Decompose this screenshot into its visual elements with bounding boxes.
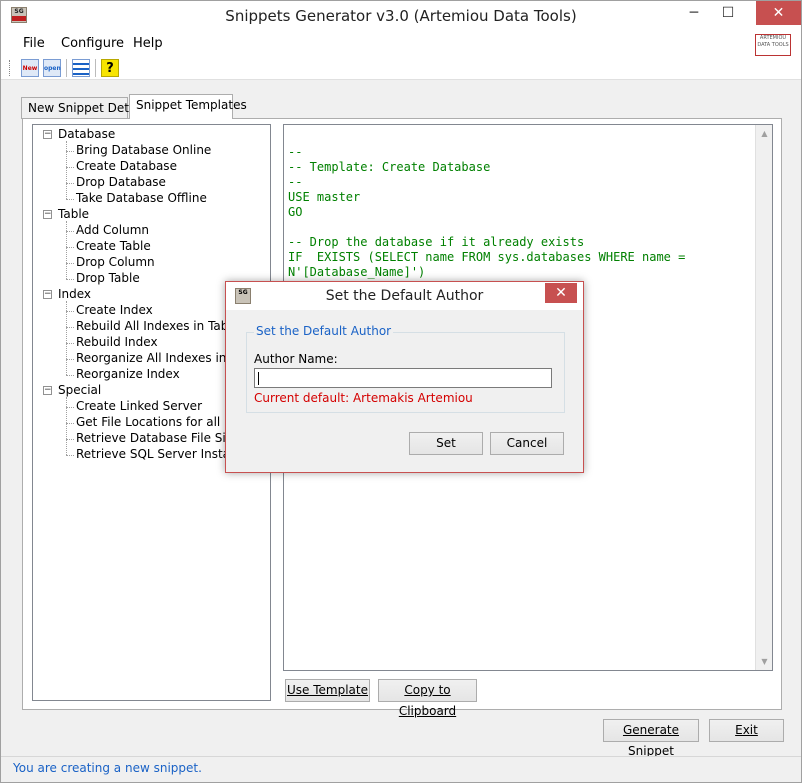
tree-leaf[interactable]: Retrieve Database File Sizes <box>76 431 246 445</box>
tree-guide <box>66 221 67 279</box>
toolbar-grip <box>9 60 12 76</box>
toolbar-separator <box>95 59 96 77</box>
tab-snippet-templates[interactable]: Snippet Templates <box>129 94 247 119</box>
tree-leaf[interactable]: Create Index <box>76 303 153 317</box>
exit-button[interactable]: Exit <box>709 719 784 742</box>
menu-help[interactable]: Help <box>133 36 163 51</box>
tree-guide <box>66 375 74 376</box>
author-name-input[interactable] <box>254 368 552 388</box>
text-caret <box>258 372 259 385</box>
tree-guide <box>66 247 74 248</box>
toolbar: New open ? <box>1 56 801 80</box>
tree-guide <box>66 455 74 456</box>
new-snippet-icon[interactable]: New <box>21 59 39 77</box>
tree-node-table[interactable]: Table <box>58 207 89 221</box>
use-template-button[interactable]: Use Template <box>285 679 370 702</box>
tree-guide <box>66 439 74 440</box>
set-button[interactable]: Set <box>409 432 483 455</box>
tree-guide <box>66 423 74 424</box>
tree-guide <box>66 407 74 408</box>
tree-node-index[interactable]: Index <box>58 287 91 301</box>
current-default-text: Current default: Artemakis Artemiou <box>254 391 473 405</box>
tree-leaf[interactable]: Drop Column <box>76 255 155 269</box>
tree-guide <box>66 263 74 264</box>
maximize-button[interactable]: ☐ <box>711 1 745 25</box>
copy-to-clipboard-button[interactable]: Copy to Clipboard <box>378 679 477 718</box>
groupbox-title: Set the Default Author <box>254 324 394 338</box>
collapse-index-icon[interactable]: − <box>43 290 52 299</box>
tree-guide <box>66 231 74 232</box>
code-line: -- <box>288 175 303 189</box>
tree-leaf[interactable]: Get File Locations for all DBs <box>76 415 248 429</box>
close-button[interactable]: ✕ <box>756 1 801 25</box>
tree-guide <box>66 141 67 199</box>
tree-guide <box>66 397 67 455</box>
open-snippet-icon[interactable]: open <box>43 59 61 77</box>
author-name-label: Author Name: <box>254 352 338 366</box>
code-line: -- <box>288 145 303 159</box>
code-line: -- Template: Create Database <box>288 160 491 174</box>
collapse-special-icon[interactable]: − <box>43 386 52 395</box>
tree-guide <box>66 311 74 312</box>
tree-guide <box>66 327 74 328</box>
status-message: You are creating a new snippet. <box>13 761 202 775</box>
dialog-title: Set the Default Author <box>325 288 484 304</box>
title-bar[interactable]: SG Snippets Generator v3.0 (Artemiou Dat… <box>1 1 801 32</box>
generate-snippet-button[interactable]: Generate Snippet <box>603 719 699 758</box>
toolbar-separator <box>66 59 67 77</box>
collapse-database-icon[interactable]: − <box>43 130 52 139</box>
help-icon[interactable]: ? <box>101 59 119 77</box>
tree-leaf[interactable]: Reorganize Index <box>76 367 180 381</box>
tree-node-special[interactable]: Special <box>58 383 101 397</box>
tree-guide <box>66 183 74 184</box>
code-line: -- Drop the database if it already exist… <box>288 235 585 249</box>
code-line: IF EXISTS (SELECT name FROM sys.database… <box>288 250 686 264</box>
scroll-up-icon[interactable]: ▲ <box>756 129 773 138</box>
tree-leaf[interactable]: Create Database <box>76 159 177 173</box>
code-line: USE master <box>288 190 361 204</box>
tree-leaf[interactable]: Rebuild All Indexes in Table <box>76 319 239 333</box>
menu-configure[interactable]: Configure <box>61 36 124 51</box>
tree-guide <box>66 301 67 375</box>
tree-guide <box>66 279 74 280</box>
tree-guide <box>66 343 74 344</box>
tree-leaf[interactable]: Rebuild Index <box>76 335 158 349</box>
scroll-down-icon[interactable]: ▼ <box>756 657 773 666</box>
code-line: GO <box>288 205 303 219</box>
menu-file[interactable]: File <box>23 36 45 51</box>
code-line: N'[Database_Name]') <box>288 265 426 279</box>
tree-leaf[interactable]: Drop Database <box>76 175 166 189</box>
list-icon[interactable] <box>72 59 90 77</box>
code-content: -- -- Template: Create Database -- USE m… <box>288 145 685 280</box>
artemiou-logo: ARTEMIOU DATA TOOLS <box>755 34 791 56</box>
tab-new-snippet-details[interactable]: New Snippet Details <box>21 97 149 119</box>
tree-leaf[interactable]: Add Column <box>76 223 149 237</box>
status-bar: You are creating a new snippet. <box>1 756 801 782</box>
dialog-close-button[interactable]: ✕ <box>545 283 577 303</box>
tree-leaf[interactable]: Create Table <box>76 239 151 253</box>
menu-bar: File Configure Help <box>1 32 801 56</box>
tree-guide <box>66 359 74 360</box>
tree-leaf[interactable]: Take Database Offline <box>76 191 207 205</box>
tree-leaf[interactable]: Create Linked Server <box>76 399 202 413</box>
tree-guide <box>66 199 74 200</box>
tree-guide <box>66 167 74 168</box>
set-default-author-dialog: SG Set the Default Author ✕ Set the Defa… <box>225 281 584 473</box>
tree-node-database[interactable]: Database <box>58 127 115 141</box>
tree-leaf[interactable]: Bring Database Online <box>76 143 211 157</box>
tree-guide <box>66 151 74 152</box>
minimize-button[interactable]: ─ <box>677 1 711 25</box>
editor-scrollbar[interactable]: ▲ ▼ <box>755 125 772 670</box>
tree-leaf[interactable]: Drop Table <box>76 271 140 285</box>
collapse-table-icon[interactable]: − <box>43 210 52 219</box>
cancel-button[interactable]: Cancel <box>490 432 564 455</box>
dialog-title-bar[interactable]: SG Set the Default Author ✕ <box>226 282 583 310</box>
